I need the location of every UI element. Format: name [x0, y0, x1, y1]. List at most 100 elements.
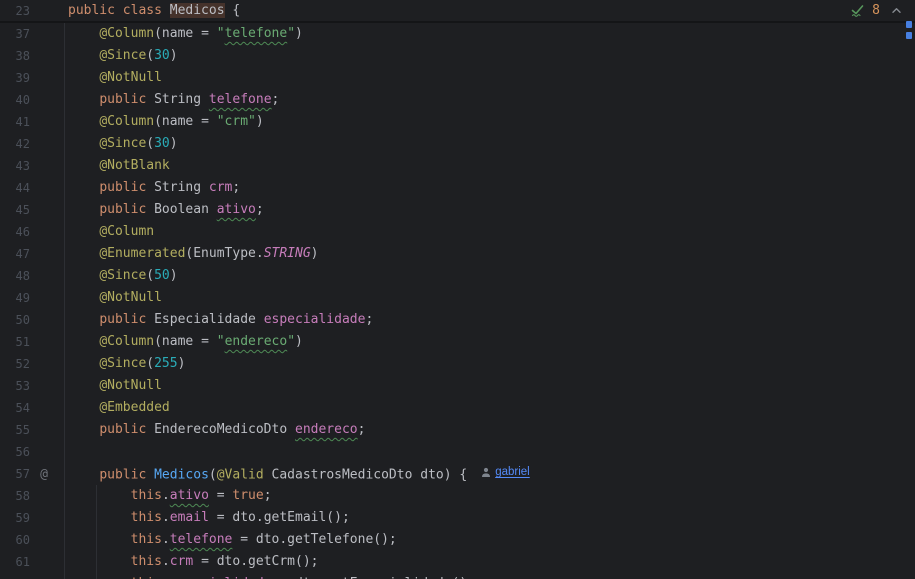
line-number[interactable]: 55	[0, 423, 30, 437]
code-line-61[interactable]: 61 this.crm = dto.getCrm();	[0, 551, 915, 573]
editor-gutter[interactable]: 41	[0, 111, 60, 133]
line-number[interactable]: 51	[0, 335, 30, 349]
code-author-hint[interactable]: gabriel	[481, 461, 530, 483]
line-number[interactable]: 45	[0, 203, 30, 217]
line-number[interactable]: 42	[0, 137, 30, 151]
problem-count[interactable]: 8	[872, 3, 880, 18]
code-line-54[interactable]: 54 @Embedded	[0, 397, 915, 419]
code-line-52[interactable]: 52 @Since(255)	[0, 353, 915, 375]
code-line-59[interactable]: 59 this.email = dto.getEmail();	[0, 507, 915, 529]
code-text[interactable]: @Since(255)	[60, 353, 185, 375]
line-number[interactable]: 46	[0, 225, 30, 239]
editor-gutter[interactable]: 51	[0, 331, 60, 353]
code-line-49[interactable]: 49 @NotNull	[0, 287, 915, 309]
code-text[interactable]: this.especialidade = dto.getEspecialidad…	[60, 573, 475, 579]
line-number[interactable]: 57	[0, 467, 30, 481]
editor-gutter[interactable]: 38	[0, 45, 60, 67]
class-declaration-line[interactable]: public class Medicos {	[60, 0, 240, 22]
editor-gutter[interactable]: 57 @	[0, 463, 60, 485]
line-number[interactable]: 56	[0, 445, 30, 459]
code-text[interactable]: public String crm;	[60, 177, 240, 199]
code-text[interactable]: public String telefone;	[60, 89, 279, 111]
code-text[interactable]: @Since(30)	[60, 133, 177, 155]
line-number[interactable]: 38	[0, 49, 30, 63]
error-stripe-mark[interactable]	[906, 21, 912, 28]
line-number[interactable]: 23	[0, 4, 30, 18]
code-line-50[interactable]: 50 public Especialidade especialidade;	[0, 309, 915, 331]
editor-gutter[interactable]: 48	[0, 265, 60, 287]
code-text[interactable]: @NotNull	[60, 67, 162, 89]
line-number[interactable]: 41	[0, 115, 30, 129]
code-text[interactable]: public EnderecoMedicoDto endereco;	[60, 419, 365, 441]
editor-gutter[interactable]: 39	[0, 67, 60, 89]
editor-gutter[interactable]: 43	[0, 155, 60, 177]
editor-gutter[interactable]: 37	[0, 23, 60, 45]
line-number[interactable]: 44	[0, 181, 30, 195]
code-text[interactable]: this.ativo = true;	[60, 485, 272, 507]
line-number[interactable]: 59	[0, 511, 30, 525]
chevron-up-icon[interactable]	[890, 4, 903, 17]
code-text[interactable]: @Column(name = "endereco")	[60, 331, 303, 353]
editor-gutter[interactable]: 46	[0, 221, 60, 243]
code-line-45[interactable]: 45 public Boolean ativo;	[0, 199, 915, 221]
code-text[interactable]: @NotNull	[60, 287, 162, 309]
code-line-62[interactable]: 62 this.especialidade = dto.getEspeciali…	[0, 573, 915, 579]
line-number[interactable]: 48	[0, 269, 30, 283]
code-line-57[interactable]: 57 @ public Medicos(@Valid CadastrosMedic…	[0, 463, 915, 485]
code-line-58[interactable]: 58 this.ativo = true;	[0, 485, 915, 507]
error-stripe-mark[interactable]	[906, 32, 912, 39]
line-number[interactable]: 54	[0, 401, 30, 415]
line-number[interactable]: 39	[0, 71, 30, 85]
inspections-widget[interactable]: 8	[850, 0, 903, 21]
line-number[interactable]: 50	[0, 313, 30, 327]
code-text[interactable]: this.crm = dto.getCrm();	[60, 551, 319, 573]
editor-gutter[interactable]: 58	[0, 485, 60, 507]
code-line-44[interactable]: 44 public String crm;	[0, 177, 915, 199]
code-line-42[interactable]: 42 @Since(30)	[0, 133, 915, 155]
inspections-ok-icon[interactable]	[850, 3, 865, 18]
editor-gutter[interactable]: 44	[0, 177, 60, 199]
line-number[interactable]: 37	[0, 27, 30, 41]
line-number[interactable]: 53	[0, 379, 30, 393]
code-text[interactable]: @NotNull	[60, 375, 162, 397]
code-line-51[interactable]: 51 @Column(name = "endereco")	[0, 331, 915, 353]
editor-gutter[interactable]: 42	[0, 133, 60, 155]
code-text[interactable]: @Column(name = "telefone")	[60, 23, 303, 45]
code-text[interactable]: @Since(50)	[60, 265, 177, 287]
annotation-gutter-icon[interactable]: @	[30, 467, 58, 482]
editor-gutter[interactable]: 52	[0, 353, 60, 375]
code-text[interactable]: public Medicos(@Valid CadastrosMedicoDto…	[60, 461, 530, 487]
code-line-39[interactable]: 39 @NotNull	[0, 67, 915, 89]
line-number[interactable]: 61	[0, 555, 30, 569]
editor-gutter[interactable]: 50	[0, 309, 60, 331]
sticky-line-header[interactable]: 23 public class Medicos {	[0, 0, 915, 23]
code-line-46[interactable]: 46 @Column	[0, 221, 915, 243]
code-line-43[interactable]: 43 @NotBlank	[0, 155, 915, 177]
editor-gutter[interactable]: 60	[0, 529, 60, 551]
editor-gutter[interactable]: 61	[0, 551, 60, 573]
editor-gutter[interactable]: 45	[0, 199, 60, 221]
code-text[interactable]: @Since(30)	[60, 45, 177, 67]
code-line-60[interactable]: 60 this.telefone = dto.getTelefone();	[0, 529, 915, 551]
code-text[interactable]: public Especialidade especialidade;	[60, 309, 373, 331]
code-line-55[interactable]: 55 public EnderecoMedicoDto endereco;	[0, 419, 915, 441]
code-line-56[interactable]: 56	[0, 441, 915, 463]
code-line-40[interactable]: 40 public String telefone;	[0, 89, 915, 111]
editor-gutter[interactable]: 23	[0, 0, 60, 21]
editor-gutter[interactable]: 56	[0, 441, 60, 463]
code-text[interactable]: @Embedded	[60, 397, 169, 419]
line-number[interactable]: 49	[0, 291, 30, 305]
line-number[interactable]: 47	[0, 247, 30, 261]
code-editor[interactable]: 23 public class Medicos { 8 37 @Column(n…	[0, 0, 915, 579]
code-line-48[interactable]: 48 @Since(50)	[0, 265, 915, 287]
code-text[interactable]: this.telefone = dto.getTelefone();	[60, 529, 397, 551]
code-text[interactable]: public Boolean ativo;	[60, 199, 263, 221]
code-line-41[interactable]: 41 @Column(name = "crm")	[0, 111, 915, 133]
editor-gutter[interactable]: 62	[0, 573, 60, 579]
code-text[interactable]: @NotBlank	[60, 155, 169, 177]
line-number[interactable]: 52	[0, 357, 30, 371]
editor-gutter[interactable]: 40	[0, 89, 60, 111]
code-text[interactable]: @Column	[60, 221, 154, 243]
line-number[interactable]: 43	[0, 159, 30, 173]
code-text[interactable]: @Enumerated(EnumType.STRING)	[60, 243, 318, 265]
